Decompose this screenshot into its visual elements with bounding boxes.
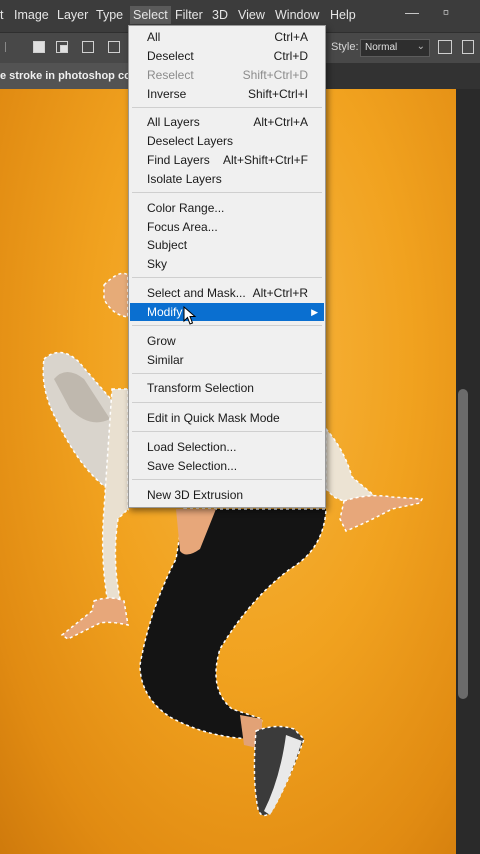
menu-item-grow[interactable]: Grow (130, 332, 324, 350)
menu-3d[interactable]: 3D (212, 8, 228, 22)
menu-separator (132, 277, 322, 278)
menu-type[interactable]: Type (96, 8, 123, 22)
menu-item-save-selection[interactable]: Save Selection... (130, 457, 324, 475)
subtract-from-selection-icon[interactable] (82, 41, 94, 53)
menu-separator (132, 431, 322, 432)
style-select-value: Normal (365, 42, 398, 53)
menu-item-similar[interactable]: Similar (130, 351, 324, 369)
vertical-scrollbar[interactable] (458, 389, 468, 699)
left-hand-shape (60, 597, 129, 640)
menu-separator (132, 325, 322, 326)
menu-item-inverse[interactable]: Inverse Shift+Ctrl+I (130, 85, 324, 103)
menu-item-all[interactable]: All Ctrl+A (130, 28, 324, 46)
menu-item-focus-area[interactable]: Focus Area... (130, 218, 324, 236)
menu-item-isolate-layers[interactable]: Isolate Layers (130, 170, 324, 188)
menu-item-modify[interactable]: Modify ▶ (130, 303, 324, 321)
menu-item-new-3d-extrusion[interactable]: New 3D Extrusion (130, 486, 324, 504)
menu-select[interactable]: Select (130, 6, 171, 24)
menu-item-all-layers[interactable]: All Layers Alt+Ctrl+A (130, 113, 324, 131)
add-to-selection-overlay-icon (60, 45, 68, 53)
menu-item-reselect: Reselect Shift+Ctrl+D (147, 68, 308, 82)
menu-item-deselect-layers[interactable]: Deselect Layers (130, 132, 324, 150)
menu-view[interactable]: View (238, 8, 265, 22)
intersect-selection-icon[interactable] (108, 41, 120, 53)
menu-separator (132, 373, 322, 374)
width-icon[interactable] (438, 40, 452, 54)
menu-separator (132, 402, 322, 403)
menu-separator (132, 192, 322, 193)
maximize-button[interactable]: ▫ (438, 3, 454, 21)
right-hand-shape (339, 494, 424, 532)
pants-shape (139, 508, 327, 740)
menu-item-select-and-mask[interactable]: Select and Mask... Alt+Ctrl+R (130, 284, 324, 302)
menu-item-find-layers[interactable]: Find Layers Alt+Shift+Ctrl+F (130, 151, 324, 169)
menu-item-subject[interactable]: Subject (130, 236, 324, 254)
menu-edit-partial[interactable]: t (0, 8, 3, 22)
options-grip (5, 42, 12, 52)
menu-item-deselect[interactable]: Deselect Ctrl+D (130, 47, 324, 65)
menu-item-sky[interactable]: Sky (130, 255, 324, 273)
height-icon[interactable] (462, 40, 474, 54)
new-selection-icon[interactable] (33, 41, 45, 53)
menu-layer[interactable]: Layer (57, 8, 88, 22)
menu-filter[interactable]: Filter (175, 8, 203, 22)
menu-item-quick-mask[interactable]: Edit in Quick Mask Mode (130, 409, 324, 427)
menu-image[interactable]: Image (14, 8, 49, 22)
document-tab[interactable]: e stroke in photoshop cop (0, 63, 140, 89)
style-label: Style: (331, 41, 359, 53)
right-panel-strip (456, 89, 480, 854)
menu-item-transform-selection[interactable]: Transform Selection (130, 379, 324, 397)
menu-window[interactable]: Window (275, 8, 319, 22)
menu-separator (132, 479, 322, 480)
menu-item-load-selection[interactable]: Load Selection... (130, 438, 324, 456)
chevron-down-icon: ⌄ (416, 41, 425, 52)
mouse-cursor-icon (183, 306, 197, 325)
submenu-arrow-icon: ▶ (311, 307, 318, 317)
minimize-button[interactable]: — (404, 4, 420, 20)
head-shape (103, 272, 129, 318)
menu-item-color-range[interactable]: Color Range... (130, 199, 324, 217)
menu-separator (132, 107, 322, 108)
select-menu-dropdown: All Ctrl+A Deselect Ctrl+D Reselect Shift+C… (128, 25, 326, 508)
menu-help[interactable]: Help (330, 8, 356, 22)
style-select[interactable]: Normal ⌄ (360, 39, 430, 57)
